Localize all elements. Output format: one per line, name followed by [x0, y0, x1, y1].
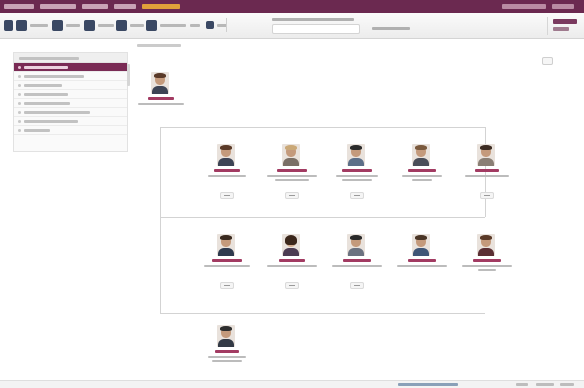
person-photo: [477, 234, 495, 256]
expand-button[interactable]: [285, 192, 299, 199]
search-field[interactable]: [272, 24, 360, 34]
person-photo: [282, 234, 300, 256]
toolbar-button-1[interactable]: [16, 19, 48, 31]
org-card[interactable]: [391, 234, 453, 298]
sidebar-item-6[interactable]: [14, 108, 127, 117]
org-card-root[interactable]: [130, 72, 192, 136]
org-card[interactable]: [196, 234, 258, 298]
brand-logo: [547, 17, 579, 35]
toolbar-button-3[interactable]: [84, 19, 114, 31]
nav-right-item-1[interactable]: [502, 4, 546, 9]
sidebar-item-7[interactable]: [14, 117, 127, 126]
toolbar-caption: [272, 18, 354, 21]
status-bar: [0, 380, 584, 388]
toolbar-caption-2: [372, 27, 410, 30]
org-card[interactable]: [261, 144, 323, 208]
person-photo: [151, 72, 169, 94]
nav-item-4[interactable]: [114, 4, 136, 9]
org-card[interactable]: [261, 234, 323, 298]
nav-right: [502, 4, 580, 9]
person-photo: [347, 144, 365, 166]
sidebar-item-2[interactable]: [14, 72, 127, 81]
org-card[interactable]: [326, 144, 388, 208]
top-navigation-bar: [0, 0, 584, 13]
nav-item-1[interactable]: [4, 4, 34, 9]
org-card[interactable]: [456, 144, 518, 208]
nav-item-5[interactable]: [142, 4, 180, 9]
expand-button[interactable]: [220, 282, 234, 289]
zoom-control[interactable]: [560, 383, 574, 386]
home-button[interactable]: [4, 19, 16, 31]
org-card[interactable]: [196, 144, 258, 208]
expand-button[interactable]: [350, 192, 364, 199]
person-photo: [217, 144, 235, 166]
sidebar-item-5[interactable]: [14, 99, 127, 108]
connector-line: [160, 313, 485, 314]
sidebar-header: [14, 53, 127, 63]
toolbar-button-4[interactable]: [116, 19, 144, 31]
breadcrumb: [137, 44, 181, 47]
org-card[interactable]: [326, 234, 388, 298]
home-icon: [4, 19, 13, 31]
person-photo: [412, 144, 430, 166]
sidebar-item-8[interactable]: [14, 126, 127, 135]
expand-button[interactable]: [350, 282, 364, 289]
connector-line: [160, 127, 161, 313]
sidebar-item-4[interactable]: [14, 90, 127, 99]
person-photo: [282, 144, 300, 166]
nav-item-3[interactable]: [82, 4, 108, 9]
toolbar-button-7[interactable]: [206, 19, 227, 31]
toolbar-button-5[interactable]: [146, 19, 186, 31]
document-icon: [84, 19, 95, 31]
people-icon: [16, 19, 27, 31]
org-card[interactable]: [456, 234, 518, 298]
printer-icon: [116, 19, 127, 31]
connector-line: [160, 217, 485, 218]
person-photo: [217, 234, 235, 256]
toolbar-button-6[interactable]: [190, 19, 200, 31]
expand-button[interactable]: [480, 192, 494, 199]
nav-right-item-2[interactable]: [552, 4, 574, 9]
settings-icon: [206, 21, 214, 29]
person-photo: [412, 234, 430, 256]
toolbar-separator: [226, 18, 227, 32]
sidebar-item-3[interactable]: [14, 81, 127, 90]
export-icon: [146, 19, 157, 31]
status-progress: [398, 383, 458, 386]
expand-button[interactable]: [285, 282, 299, 289]
org-card[interactable]: [196, 325, 258, 388]
nav-item-2[interactable]: [40, 4, 76, 9]
expand-button[interactable]: [220, 192, 234, 199]
toolbar-button-2[interactable]: [52, 19, 80, 31]
org-chart-app: [0, 0, 584, 388]
person-photo: [347, 234, 365, 256]
toolbar: [0, 13, 584, 39]
status-text-1: [516, 383, 528, 386]
sidebar-item-1[interactable]: [14, 63, 127, 72]
org-card[interactable]: [391, 144, 453, 208]
connector-line: [160, 127, 485, 128]
person-photo: [477, 144, 495, 166]
status-text-2: [536, 383, 554, 386]
sidebar-panel: [13, 52, 128, 152]
folder-icon: [52, 19, 63, 31]
chart-options-button[interactable]: [542, 57, 553, 65]
person-photo: [217, 325, 235, 347]
